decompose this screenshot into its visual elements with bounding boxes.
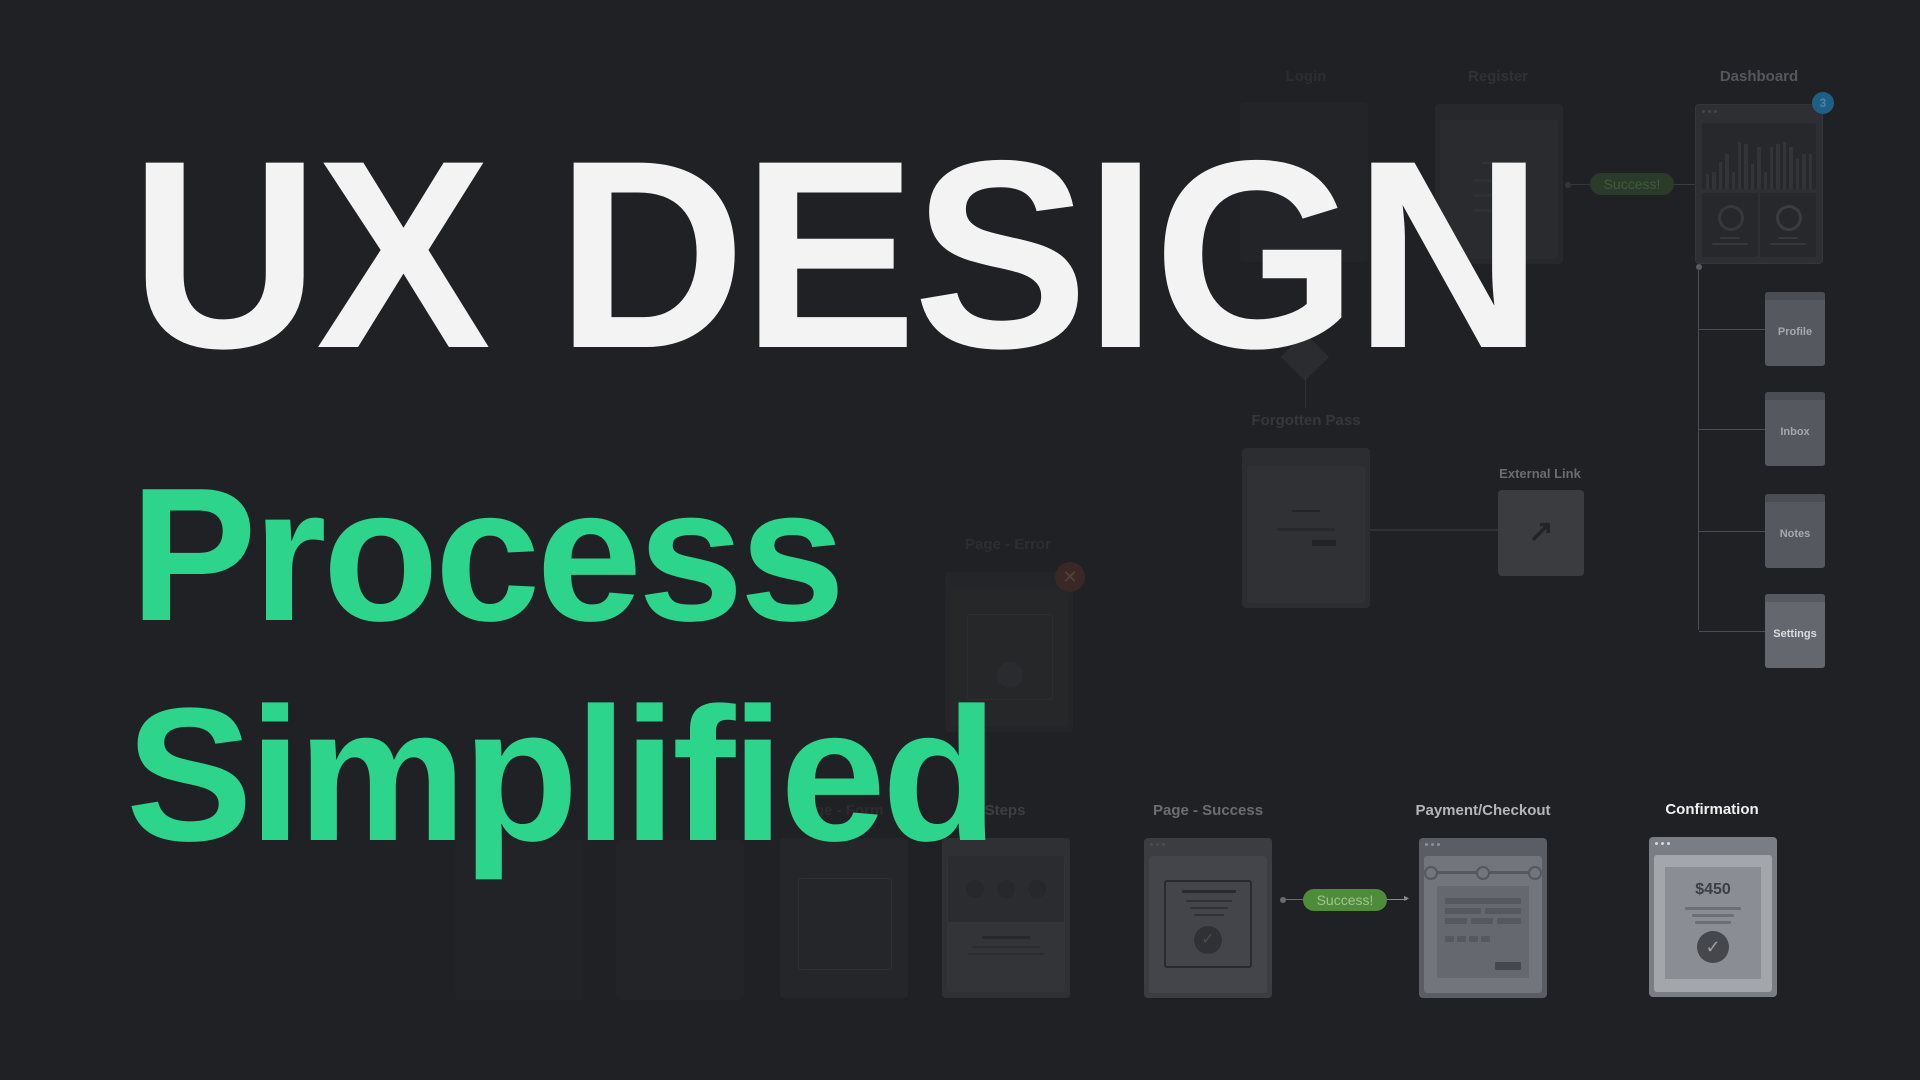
- branch-dot: [1696, 264, 1702, 270]
- confirmation-amount: $450: [1695, 881, 1731, 898]
- inbox-card: Inbox: [1765, 392, 1825, 466]
- dashboard-bar: [1706, 174, 1710, 189]
- progress-node-2: [1476, 866, 1490, 880]
- dashboard-bar: [1795, 159, 1800, 189]
- connector-dot: [1565, 182, 1571, 188]
- check-circle-icon: ✓: [1194, 926, 1222, 954]
- dashboard-bar: [1776, 144, 1780, 189]
- check-circle-icon: ✓: [1697, 931, 1729, 963]
- step-dot-1: [966, 880, 984, 898]
- dashboard-bar: [1750, 164, 1755, 189]
- arrow-up-right-icon: ↗: [1528, 515, 1554, 548]
- dashboard-chart: [1702, 123, 1816, 189]
- donut-chart-icon: [1718, 205, 1744, 231]
- dashboard-bar: [1712, 171, 1716, 189]
- hero-title: UX DESIGN: [130, 104, 1543, 404]
- dashboard-bar: [1808, 154, 1812, 189]
- dashboard-bar: [1744, 144, 1748, 189]
- dashboard-label: Dashboard: [1719, 68, 1799, 85]
- donut-chart-icon: [1776, 205, 1802, 231]
- forgotten-pass-label: Forgotten Pass: [1251, 412, 1361, 429]
- page-success-label: Page - Success: [1152, 802, 1264, 819]
- login-label: Login: [1285, 68, 1327, 85]
- error-close-badge: ✕: [1055, 562, 1085, 592]
- dashboard-bar: [1725, 154, 1729, 189]
- step-dot-3: [1028, 880, 1046, 898]
- register-label: Register: [1467, 68, 1529, 85]
- dashboard-bar: [1789, 146, 1793, 189]
- success-pill-top: Success!: [1590, 173, 1674, 195]
- dashboard-card: [1695, 104, 1823, 264]
- dashboard-bar: [1770, 146, 1774, 189]
- dashboard-bar: [1718, 161, 1723, 189]
- confirmation-label: Confirmation: [1665, 801, 1759, 818]
- connector-dot: [1280, 897, 1286, 903]
- page-success-card: ✓: [1144, 838, 1272, 998]
- payment-checkout-card: [1419, 838, 1547, 998]
- dashboard-bar: [1731, 171, 1736, 189]
- profile-card: Profile: [1765, 292, 1825, 366]
- hero-subtitle-line1: Process: [130, 449, 845, 661]
- step-dot-2: [997, 880, 1015, 898]
- payment-checkout-label: Payment/Checkout: [1415, 802, 1551, 819]
- hero-subtitle-line2: Simplified: [126, 669, 998, 881]
- forgotten-pass-card: [1242, 448, 1370, 608]
- external-link-card: ↗: [1498, 490, 1584, 576]
- notes-card: Notes: [1765, 494, 1825, 568]
- progress-node-3: [1528, 866, 1542, 880]
- success-pill-bottom: Success!: [1303, 889, 1387, 911]
- receipt: $450 ✓: [1665, 867, 1761, 979]
- pay-button-shape: [1495, 962, 1521, 970]
- arrow-head-icon: ▸: [1404, 893, 1410, 904]
- dashboard-bar: [1757, 146, 1761, 189]
- dashboard-bar: [1763, 171, 1768, 189]
- dashboard-bar: [1738, 141, 1742, 189]
- dashboard-bar: [1782, 141, 1787, 189]
- page-error-label: Page - Error: [965, 536, 1051, 553]
- external-link-label: External Link: [1499, 466, 1581, 481]
- settings-card: Settings: [1765, 594, 1825, 668]
- dashboard-bar: [1802, 154, 1806, 189]
- confirmation-card: $450 ✓: [1649, 837, 1777, 997]
- notification-badge: 3: [1812, 92, 1834, 114]
- progress-node-1: [1424, 866, 1438, 880]
